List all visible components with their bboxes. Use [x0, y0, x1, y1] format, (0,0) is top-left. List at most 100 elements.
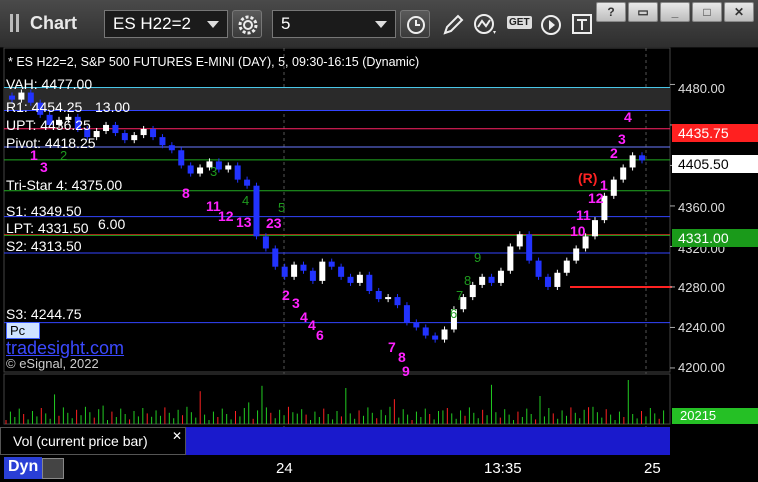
chart-header: * ES H22=2, S&P 500 FUTURES E-MINI (DAY)…: [8, 55, 420, 69]
sequence-count-label: 6: [450, 306, 457, 321]
candle-body: [544, 276, 551, 287]
sequence-count-label: 3: [618, 131, 626, 147]
dynamic-button[interactable]: Dyn: [4, 457, 43, 479]
sequence-count-label: 4: [300, 309, 308, 325]
candle-body: [422, 327, 429, 336]
y-tick-label: 4240.00: [678, 320, 725, 335]
level-label-r1: R1: 4454.25: [6, 99, 83, 115]
level-label-s1: S1: 4349.50: [6, 203, 82, 219]
level-label-s2: S2: 4313.50: [6, 238, 82, 254]
sequence-count-label: 8: [464, 273, 471, 288]
sequence-count-label: 5: [278, 200, 285, 215]
level-label-tristar: Tri-Star 4: 4375.00: [6, 177, 123, 193]
level-label-s3: S3: 4244.75: [6, 306, 82, 322]
candle-body: [620, 167, 627, 180]
candle-body: [591, 220, 598, 237]
candle-body: [112, 124, 119, 134]
sequence-count-label: 4: [308, 317, 316, 333]
candle-body: [403, 305, 410, 323]
sequence-count-label: 11: [576, 207, 591, 223]
y-tick-label: 4360.00: [678, 200, 725, 215]
level-label-vah: VAH: 4477.00: [6, 76, 93, 92]
sequence-count-label: 4: [242, 193, 249, 208]
sequence-count-label: 9: [474, 250, 481, 265]
sequence-count-label: 8: [182, 185, 190, 201]
sequence-count-label: 4: [624, 109, 632, 125]
candle-body: [554, 272, 561, 287]
candle-body: [121, 133, 128, 141]
sequence-count-label: 3: [40, 159, 48, 175]
candle-body: [629, 155, 636, 168]
sequence-count-label: 23: [266, 215, 282, 231]
candle-body: [497, 270, 504, 283]
candle-body: [535, 260, 542, 277]
close-icon[interactable]: ✕: [172, 429, 182, 443]
y-tick-label: 4280.00: [678, 280, 725, 295]
candle-body: [281, 266, 288, 277]
candle-body: [356, 274, 363, 283]
candle-body: [573, 248, 580, 261]
volume-value-tag: 20215: [672, 408, 758, 424]
candle-body: [234, 165, 241, 180]
candle-body: [131, 135, 138, 141]
candle-body: [319, 261, 326, 281]
candle-body: [385, 297, 392, 300]
x-tick-label: 24: [276, 460, 293, 477]
sequence-count-label: 2: [282, 287, 290, 303]
sequence-count-label: 2: [610, 145, 618, 161]
candle-body: [253, 185, 260, 237]
y-tick-label: 4200.00: [678, 360, 725, 375]
level-label-r1-overlap: 13.00: [95, 99, 131, 115]
y-tick-label: 4480.00: [678, 81, 725, 96]
candle-body: [441, 329, 448, 340]
candle-body: [413, 322, 420, 328]
volume-legend[interactable]: Vol (current price bar): [0, 427, 186, 455]
x-tick-label: 25: [644, 460, 661, 477]
candle-body: [187, 165, 194, 174]
level-lines: [4, 86, 672, 324]
sequence-count-label: 9: [402, 363, 410, 379]
candle-body: [516, 234, 523, 247]
candle-body: [197, 167, 204, 174]
price-chart[interactable]: 1381112 13 232 34 467891011121234234 56789(R): [0, 0, 758, 482]
candle-body: [507, 246, 514, 271]
x-tick-label: 13:35: [484, 460, 522, 477]
copyright: © eSignal, 2022: [6, 356, 99, 371]
candle-body: [140, 129, 147, 136]
candle-body: [272, 248, 279, 267]
candle-body: [300, 264, 307, 271]
level-label-upt: UPT: 4436.25: [6, 117, 91, 133]
candle-body: [168, 145, 175, 151]
candle-body: [309, 270, 316, 281]
level-label-lpt: LPT: 4331.50: [6, 220, 89, 236]
pc-badge: Pc: [6, 322, 40, 339]
sequence-count-label: 3: [292, 295, 300, 311]
lock-icon[interactable]: [42, 458, 64, 479]
candle-body: [563, 260, 570, 273]
price-tag-red: 4435.75: [672, 124, 758, 142]
candle-body: [639, 155, 645, 161]
candle-body: [178, 150, 185, 166]
candle-body: [347, 276, 354, 283]
price-tag-last: 4405.50: [672, 155, 758, 173]
candle-body: [225, 165, 232, 170]
sequence-count-label: 10: [570, 223, 586, 239]
sequence-count-label: 7: [388, 339, 396, 355]
reversal-annotation: (R): [578, 170, 597, 186]
candle-body: [394, 297, 401, 306]
candle-body: [159, 137, 166, 146]
candle-body: [244, 179, 251, 186]
sequence-count-label: 13: [236, 214, 252, 230]
candle-body: [150, 129, 157, 138]
candle-body: [488, 276, 495, 283]
candle-body: [328, 261, 335, 267]
candle-body: [103, 124, 110, 132]
candle-body: [375, 291, 382, 300]
candle-body: [479, 276, 486, 285]
sequence-count-label: 1: [600, 177, 608, 193]
sequence-count-label: 6: [316, 327, 324, 343]
level-label-lpt-overlap: 6.00: [98, 216, 126, 232]
candles: 1381112 13 232 34 467891011121234234 56789(R): [9, 89, 645, 379]
sequence-count-label: 12: [218, 208, 234, 224]
candle-body: [291, 264, 298, 277]
